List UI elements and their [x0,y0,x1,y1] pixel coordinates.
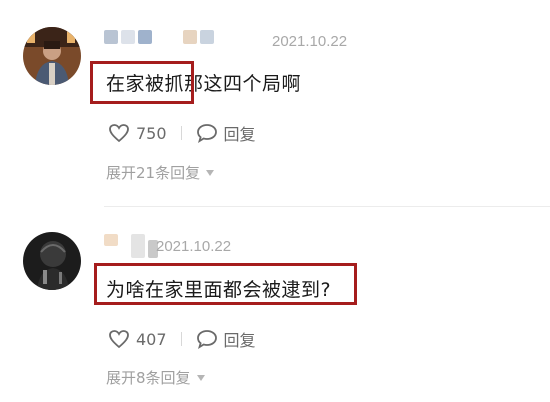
reply-button[interactable]: 回复 [196,327,256,351]
name-blur-block [138,30,152,44]
comment-date: 2021.10.22 [156,238,232,255]
username-blurred[interactable] [104,30,214,44]
expand-replies-label: 展开8条回复 [106,369,191,387]
like-count: 750 [136,123,167,143]
name-blur-block [183,30,197,44]
like-count: 407 [136,329,167,349]
comment-actions: 407 回复 [108,327,256,351]
comment-text: 为啥在家里面都会被逮到? [106,279,332,301]
caret-down-icon [206,169,215,176]
comment-date: 2021.10.22 [272,33,348,50]
caret-down-icon [196,374,205,381]
name-blur-block [121,30,135,44]
avatar[interactable] [23,27,81,85]
username-blurred[interactable] [104,234,158,258]
name-blur-block [200,30,214,44]
heart-outline-icon [109,330,129,349]
speech-bubble-icon [196,330,217,349]
comment-item: 2021.10.22 为啥在家里面都会被逮到? 407 回复 展开8条回复 [0,207,550,402]
heart-outline-icon [109,124,129,143]
reply-button[interactable]: 回复 [196,121,256,145]
avatar[interactable] [23,232,81,290]
separator [180,332,182,346]
name-blur-block [104,30,118,44]
comment-actions: 750 回复 [108,121,256,145]
name-blur-block [131,234,145,258]
like-button[interactable]: 407 [108,329,167,349]
name-blur-block [104,234,118,246]
reply-label: 回复 [223,125,256,144]
separator [180,126,182,140]
comment-item: 2021.10.22 在家被抓那这四个局啊 750 回复 展开21条回复 [0,0,550,205]
like-button[interactable]: 750 [108,123,167,143]
expand-replies-button[interactable]: 展开8条回复 [106,367,205,388]
speech-bubble-icon [196,124,217,143]
expand-replies-label: 展开21条回复 [106,164,201,182]
comment-text: 在家被抓那这四个局啊 [106,73,302,95]
expand-replies-button[interactable]: 展开21条回复 [106,162,215,183]
reply-label: 回复 [223,331,256,350]
